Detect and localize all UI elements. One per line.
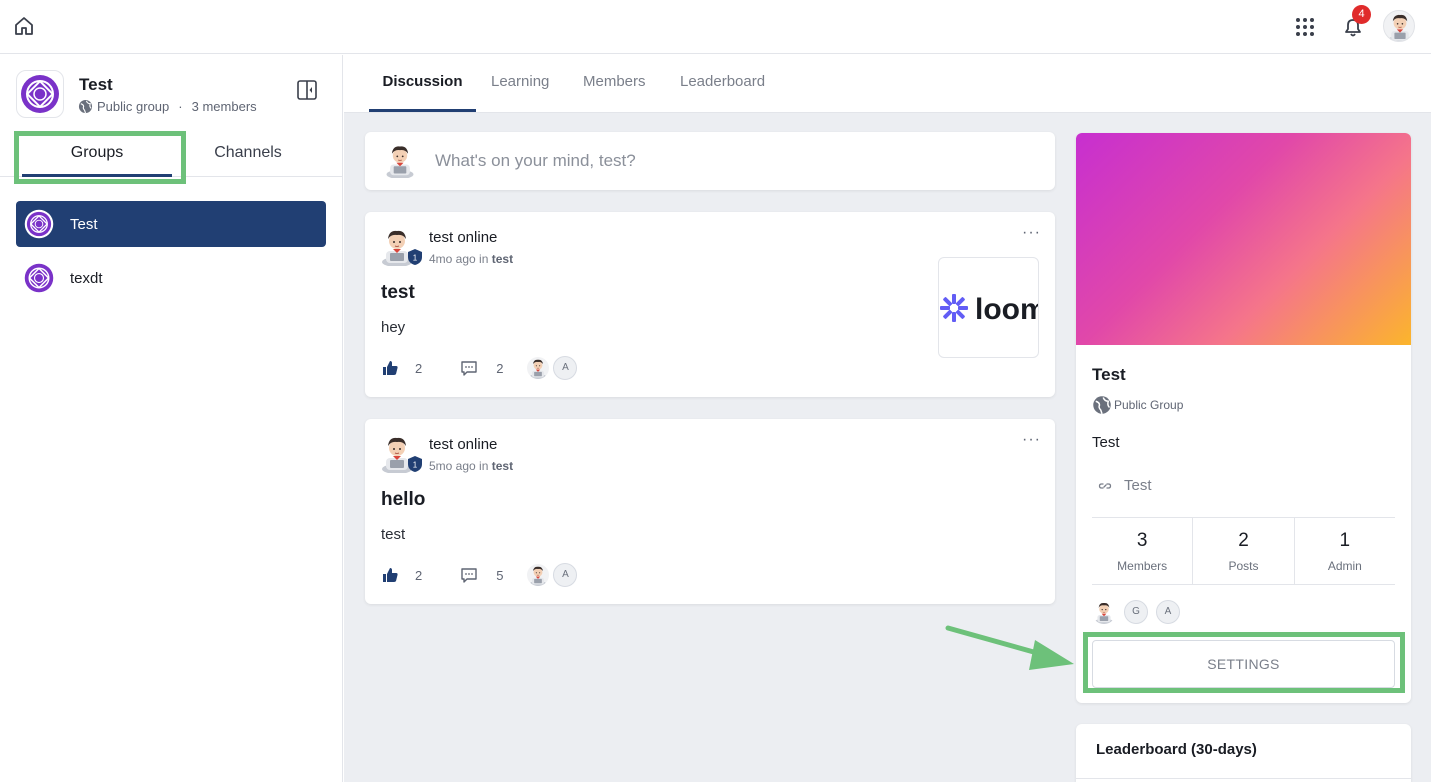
post-composer[interactable]: What's on your mind, test? [365,132,1055,190]
tab-channels[interactable]: Channels [172,131,324,177]
tab-leaderboard[interactable]: Leaderboard [680,55,765,112]
post-author[interactable]: test online [429,229,497,246]
tab-discussion[interactable]: Discussion [369,55,476,112]
member-avatar-letter[interactable]: G [1124,600,1148,624]
more-options-icon[interactable]: ··· [1022,224,1041,242]
tab-members[interactable]: Members [583,55,646,112]
stat-label: Posts [1228,559,1259,573]
post-in: in [479,252,489,266]
post-footer: 2 5 A [381,563,578,587]
member-avatar-letter[interactable]: A [1156,600,1180,624]
globe-icon [78,99,93,114]
tab-learning[interactable]: Learning [491,55,549,112]
rank-badge-icon: 1 [408,249,422,265]
post-footer: 2 2 A [381,356,578,380]
comment-count: 5 [496,567,504,583]
stat-label: Admin [1327,559,1362,573]
group-member-count: 3 members [191,99,257,114]
stat-admin[interactable]: 1 Admin [1295,518,1395,584]
sidebar-item-test[interactable]: Test [16,201,326,247]
sidebar-item-texdt[interactable]: texdt [16,255,326,301]
post-title: test [381,282,415,303]
more-options-icon[interactable]: ··· [1022,431,1041,449]
reactor-avatar[interactable] [527,564,550,586]
loom-logo-icon [940,294,968,322]
group-link[interactable]: Test [1098,477,1152,494]
group-meta: Public group · 3 members [78,99,257,114]
group-name: Test [1092,365,1126,384]
user-avatar[interactable] [1383,10,1415,42]
group-member-avatars: G A [1092,600,1180,624]
tab-groups[interactable]: Groups [22,131,172,177]
post-card[interactable]: 1 test online 5mo ago in test ··· hello … [365,419,1055,604]
post-author[interactable]: test online [429,436,497,453]
like-count: 2 [415,360,423,376]
like-icon[interactable] [381,359,399,377]
reactor-avatar-letter[interactable]: A [553,356,578,380]
rank-badge-number: 1 [413,461,418,470]
group-link-text[interactable]: Test [1124,477,1152,494]
globe-icon [1092,395,1112,415]
group-logo [16,70,64,118]
group-visibility: Public group [97,99,170,114]
post-body: hey [381,319,406,336]
post-meta: 5mo ago in test [429,459,513,473]
post-title: hello [381,489,426,510]
group-type-label: Public Group [1114,398,1184,412]
group-info-card: Test Public Group Test Test 3 Members 2 … [1076,133,1411,703]
loom-attachment-thumbnail[interactable]: loom [938,257,1039,358]
group-logo-icon [24,263,54,293]
stat-members[interactable]: 3 Members [1092,518,1194,584]
reactor-avatar[interactable] [527,357,550,379]
composer-placeholder[interactable]: What's on your mind, test? [435,151,636,171]
group-banner [1076,133,1411,345]
leaderboard-card: Leaderboard (30-days) [1076,724,1411,782]
sidebar-item-label: Test [70,215,98,233]
group-stats: 3 Members 2 Posts 1 Admin [1092,517,1395,585]
stat-value: 2 [1238,530,1249,551]
main-content: Discussion Learning Members Leaderboard … [344,55,1431,782]
notification-count-badge: 4 [1352,5,1371,24]
post-body: test [381,526,406,543]
reactor-avatar-letter[interactable]: A [553,563,578,587]
divider [1076,778,1411,779]
member-avatar[interactable] [1092,600,1116,624]
group-title: Test [79,75,113,94]
post-meta: 4mo ago in test [429,252,513,266]
comment-count: 2 [496,360,504,376]
post-card[interactable]: 1 test online 4mo ago in test ··· test h… [365,212,1055,397]
link-icon [1098,482,1112,489]
like-icon[interactable] [381,566,399,584]
stat-value: 1 [1339,530,1351,551]
post-time: 4mo ago [429,252,476,266]
top-bar: 4 [0,0,1431,54]
home-icon[interactable] [12,14,36,38]
group-description: Test [1092,434,1120,451]
group-type: Public Group [1092,395,1183,415]
post-time: 5mo ago [429,459,476,473]
sidebar-tabs: Groups Channels [0,131,343,177]
loom-wordmark: loom [975,293,1039,326]
post-channel[interactable]: test [492,252,513,266]
main-tabs: Discussion Learning Members Leaderboard [344,55,1431,113]
comment-icon[interactable] [460,566,478,584]
settings-button[interactable]: SETTINGS [1092,640,1395,688]
comment-icon[interactable] [460,359,478,377]
user-avatar [382,142,418,178]
collapse-sidebar-icon[interactable] [296,79,318,101]
post-channel[interactable]: test [492,459,513,473]
stat-value: 3 [1136,530,1148,551]
like-count: 2 [415,567,423,583]
post-in: in [479,459,489,473]
leaderboard-title: Leaderboard (30-days) [1096,741,1257,758]
rank-badge-number: 1 [413,254,418,263]
group-logo-icon [24,209,54,239]
sidebar-item-label: texdt [70,269,103,287]
stat-posts[interactable]: 2 Posts [1193,518,1295,584]
rank-badge-icon: 1 [408,456,422,472]
sidebar: Test Public group · 3 members Groups Cha… [0,55,343,782]
apps-grid-icon[interactable] [1294,15,1316,37]
stat-label: Members [1117,559,1168,573]
meta-separator: · [178,99,183,114]
